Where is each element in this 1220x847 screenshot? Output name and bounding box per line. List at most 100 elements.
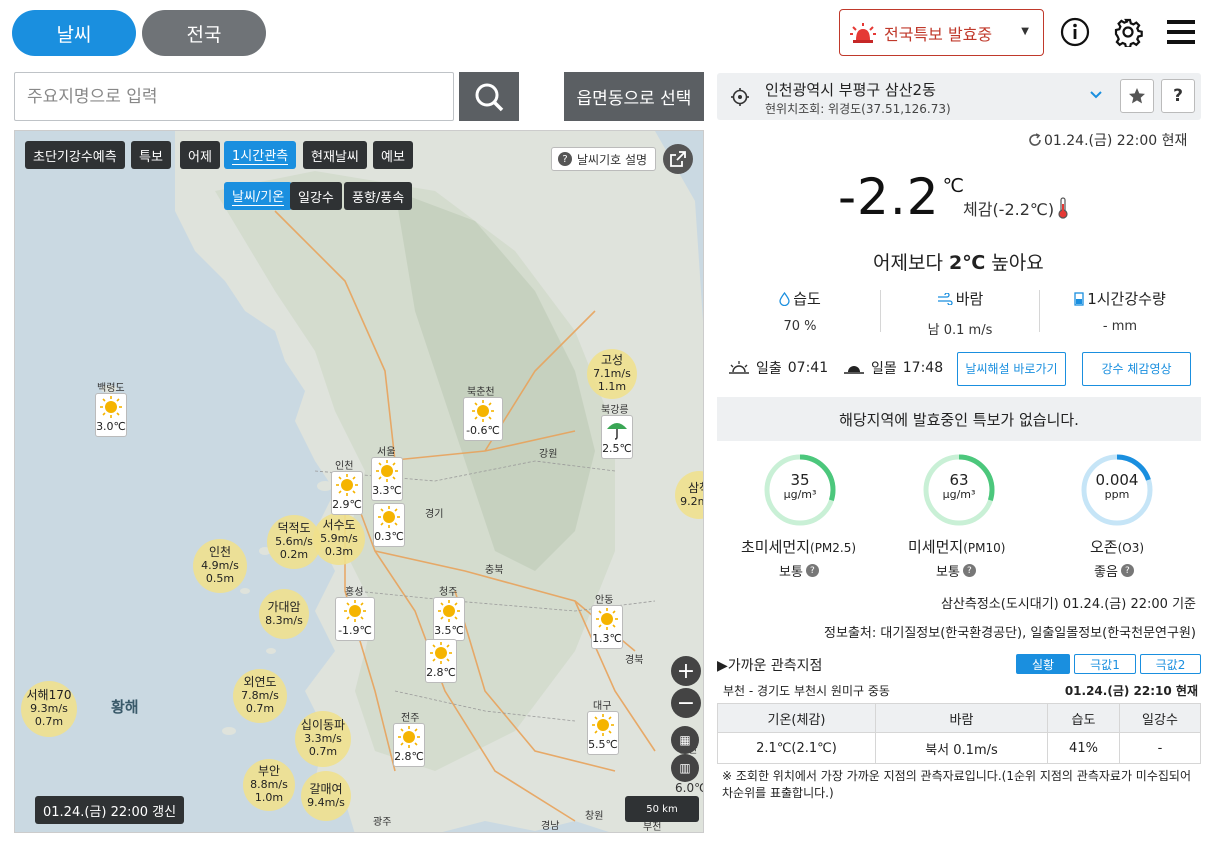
umbrella-icon: [607, 423, 627, 440]
gear-icon[interactable]: [1112, 16, 1144, 48]
layer-btn-1h-observation-label: 1시간관측: [232, 145, 289, 165]
station-name: 인천: [335, 461, 354, 472]
location-bar[interactable]: 인천광역시 부평구 삼산2동 현위치조회: 위경도(37.51,126.73) …: [717, 73, 1201, 120]
buoy-marker[interactable]: 고성 7.1m/s 1.1m: [587, 349, 637, 399]
sun-icon: [344, 600, 366, 622]
buoy-marker[interactable]: 서수도 5.9m/s 0.3m: [313, 513, 365, 565]
zoom-out-button[interactable]: −: [671, 688, 701, 718]
buoy-marker[interactable]: 십이동파 3.3m/s 0.7m: [295, 711, 351, 767]
tab-extreme-1[interactable]: 극값1: [1074, 654, 1136, 674]
station-name: 서울: [377, 447, 396, 458]
buoy-wave: 1.0m: [254, 790, 284, 804]
help-icon[interactable]: ?: [805, 564, 819, 577]
station-marker[interactable]: -1.9℃: [335, 597, 375, 641]
sun-icon: [430, 642, 452, 664]
chevron-down-icon[interactable]: [1089, 88, 1103, 102]
station-marker[interactable]: 3.5℃: [433, 597, 465, 641]
buoy-marker[interactable]: 외연도 7.8m/s 0.7m: [233, 669, 287, 723]
pm10-grade-text: 보통: [936, 565, 960, 580]
search-input[interactable]: [14, 72, 454, 121]
sea-label: 황해: [111, 698, 139, 716]
national-alert-dropdown[interactable]: 전국특보 발효중 ▼: [839, 9, 1044, 56]
chevron-down-icon: ▼: [1021, 26, 1029, 37]
sub-btn-weather-temp[interactable]: 날씨/기온: [224, 182, 293, 210]
buoy-wave: 0.3m: [324, 544, 354, 558]
city-label: 충북: [485, 565, 504, 576]
column-header: 일강수: [1119, 703, 1201, 733]
help-icon[interactable]: ?: [1120, 564, 1134, 577]
buoy-name: 가대암: [267, 599, 301, 614]
calendar-icon[interactable]: ▦: [671, 726, 699, 754]
station-marker[interactable]: 2.8℃: [425, 639, 457, 683]
crosshair-icon: [731, 88, 749, 106]
layer-btn-nowcast[interactable]: 초단기강수예측: [25, 141, 125, 169]
station-name: 안동: [595, 595, 614, 606]
layer-btn-forecast[interactable]: 예보: [373, 141, 413, 169]
layer-btn-current[interactable]: 현재날씨: [303, 141, 367, 169]
station-temp: 3.5℃: [434, 624, 464, 637]
station-marker[interactable]: 1.3℃: [591, 605, 623, 649]
help-icon[interactable]: ?: [962, 564, 976, 577]
rain-value: - mm: [1102, 319, 1138, 334]
buoy-name: 부안: [257, 764, 281, 779]
station-marker[interactable]: -0.6℃: [463, 397, 503, 441]
layer-btn-yesterday[interactable]: 어제: [180, 141, 220, 169]
help-button[interactable]: ?: [1161, 79, 1195, 113]
sun-icon: [592, 714, 614, 736]
buoy-marker[interactable]: 갈매여 9.4m/s: [301, 771, 351, 821]
favorite-button[interactable]: [1120, 79, 1154, 113]
weather-map[interactable]: 초단기강수예측 특보 어제 1시간관측 현재날씨 예보 날씨/기온 일강수 풍향…: [14, 130, 704, 833]
station-marker[interactable]: 3.0℃: [95, 393, 127, 437]
pm10-unit: μg/m³: [942, 488, 976, 501]
station-marker[interactable]: 0.3℃: [373, 503, 405, 547]
station-marker[interactable]: 2.5℃: [601, 415, 633, 459]
buoy-marker[interactable]: 부안 8.8m/s 1.0m: [243, 759, 295, 811]
station-marker[interactable]: 2.9℃: [331, 471, 363, 515]
column-header: 바람: [875, 703, 1048, 733]
sub-btn-daily-rain[interactable]: 일강수: [290, 182, 342, 210]
buoy-wind: 8.8m/s: [250, 778, 288, 792]
zoom-in-button[interactable]: +: [671, 656, 701, 686]
station-marker[interactable]: 5.5℃: [587, 711, 619, 755]
search-button[interactable]: [459, 72, 519, 121]
buoy-wave: 0.7m: [34, 714, 64, 728]
weather-symbol-legend-button[interactable]: ? 날씨기호 설명: [551, 147, 657, 171]
buoy-wind: 8.3m/s: [265, 613, 303, 627]
compare-yesterday: 어제보다 2℃ 높아요: [873, 248, 1044, 275]
weather-commentary-button[interactable]: 날씨해설 바로가기: [957, 352, 1066, 386]
tab-weather[interactable]: 날씨: [12, 10, 136, 56]
hamburger-menu-icon[interactable]: [1165, 16, 1197, 48]
sun-icon: [336, 474, 358, 496]
buoy-wind: 5.9m/s: [320, 532, 358, 546]
tab-extreme-2[interactable]: 극값2: [1140, 654, 1201, 674]
station-marker[interactable]: 3.3℃: [371, 457, 403, 501]
sunset: 일몰 17:48: [843, 358, 943, 378]
rain-stat: 1시간강수량 - mm: [1064, 288, 1176, 334]
rain-video-button[interactable]: 강수 체감영상: [1082, 352, 1191, 386]
buoy-wind: 7.1m/s: [593, 367, 631, 381]
city-label: 창원: [585, 811, 604, 822]
tab-nation[interactable]: 전국: [142, 10, 266, 56]
buoy-marker[interactable]: 인천 4.9m/s 0.5m: [193, 539, 247, 593]
layer-btn-1h-observation[interactable]: 1시간관측: [224, 141, 297, 169]
buoy-wind: 9.2m/s: [680, 494, 703, 508]
compare-suffix: 높아요: [985, 252, 1044, 274]
buoy-marker[interactable]: 서해170 9.3m/s 0.7m: [21, 681, 77, 737]
table-cell: 2.1℃(2.1℃): [717, 732, 876, 764]
current-temperature: -2.2 ℃: [838, 168, 965, 226]
buoy-wave: 1.1m: [597, 379, 627, 393]
legend-label: 날씨기호 설명: [577, 152, 648, 167]
layer-btn-alert[interactable]: 특보: [131, 141, 171, 169]
buoy-marker[interactable]: 가대암 8.3m/s: [259, 589, 309, 639]
sub-btn-wind[interactable]: 풍향/풍속: [344, 182, 413, 210]
sub-btn-weather-temp-label: 날씨/기온: [232, 186, 285, 206]
refresh-icon[interactable]: [1028, 133, 1042, 147]
column-header: 기온(체감): [717, 703, 876, 733]
external-link-icon[interactable]: [663, 144, 693, 174]
layers-icon[interactable]: ▥: [671, 754, 699, 782]
info-icon[interactable]: [1059, 16, 1091, 48]
humidity-stat: 습도 70 %: [760, 288, 840, 334]
select-by-emd-button[interactable]: 읍면동으로 선택: [564, 72, 704, 121]
station-marker[interactable]: 2.8℃: [393, 723, 425, 767]
tab-realtime[interactable]: 실황: [1016, 654, 1070, 674]
